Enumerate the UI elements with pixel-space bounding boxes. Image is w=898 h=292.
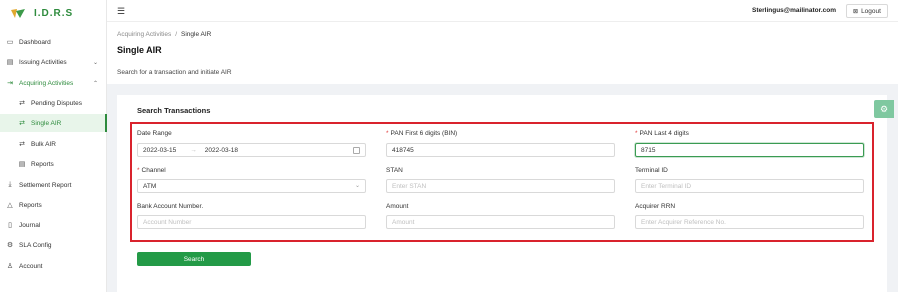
search-button[interactable]: Search bbox=[137, 252, 251, 266]
amount-label: Amount bbox=[386, 203, 409, 210]
top-header: ☰ Sterlingus@mailinator.com ⊠ Logout bbox=[107, 0, 898, 22]
download-icon: ⤓ bbox=[8, 181, 12, 188]
page-description: Search for a transaction and initiate AI… bbox=[117, 69, 232, 76]
file-icon: ▤ bbox=[6, 59, 14, 66]
acquirer-rrn-input[interactable]: Enter Acquirer Reference No. bbox=[635, 215, 864, 229]
sidebar-item-label: Bulk AIR bbox=[31, 140, 56, 148]
user-icon: ♙ bbox=[6, 263, 14, 270]
terminal-id-input[interactable]: Enter Terminal ID bbox=[635, 179, 864, 193]
breadcrumb-separator: / bbox=[175, 31, 178, 38]
chevron-up-icon: ⌃ bbox=[92, 80, 98, 87]
sidebar-item-account[interactable]: ♙ Account bbox=[0, 257, 107, 275]
sidebar: I.D.R.S ▭ Dashboard ▤ Issuing Activities… bbox=[0, 0, 107, 292]
required-mark: * bbox=[137, 167, 140, 174]
sidebar-item-label: Acquiring Activities bbox=[19, 79, 74, 87]
pan-first-input[interactable]: 418745 bbox=[386, 143, 615, 157]
pan-last-input[interactable]: 8715 bbox=[635, 143, 864, 157]
amount-input[interactable]: Amount bbox=[386, 215, 615, 229]
sidebar-item-label: Journal bbox=[19, 221, 41, 229]
sidebar-item-journal[interactable]: ▯ Journal bbox=[0, 216, 107, 234]
pan-first-label: * PAN First 6 digits (BIN) bbox=[386, 130, 458, 137]
breadcrumb: Acquiring Activities / Single AIR bbox=[117, 31, 211, 38]
sidebar-item-label: Pending Disputes bbox=[31, 99, 82, 107]
logout-icon: ⊠ bbox=[853, 8, 859, 15]
sidebar-item-settlement-report[interactable]: ⤓ Settlement Report bbox=[0, 176, 107, 194]
login-icon: ⇥ bbox=[7, 80, 13, 87]
warning-icon: △ bbox=[7, 202, 13, 209]
logo-text: I.D.R.S bbox=[34, 7, 74, 19]
calendar-icon bbox=[353, 147, 360, 154]
swap-icon: ⇄ bbox=[19, 141, 25, 148]
card-title: Search Transactions bbox=[137, 106, 211, 115]
sidebar-item-dashboard[interactable]: ▭ Dashboard bbox=[0, 33, 107, 51]
stan-label: STAN bbox=[386, 167, 403, 174]
file-icon: ▤ bbox=[18, 161, 26, 168]
search-button-label: Search bbox=[183, 255, 205, 263]
logout-button[interactable]: ⊠ Logout bbox=[846, 4, 888, 18]
date-range-start[interactable]: 2022-03-15 bbox=[143, 147, 176, 154]
pan-last-label: * PAN Last 4 digits bbox=[635, 130, 689, 137]
sidebar-item-reports[interactable]: △ Reports bbox=[0, 196, 107, 214]
settings-icon: ⚙ bbox=[6, 242, 14, 249]
sidebar-item-issuing-activities[interactable]: ▤ Issuing Activities ⌄ bbox=[0, 53, 107, 71]
swap-icon: ⇄ bbox=[19, 100, 25, 107]
account-number-input[interactable]: Account Number bbox=[137, 215, 366, 229]
sidebar-item-label: Settlement Report bbox=[19, 181, 72, 189]
logo: I.D.R.S bbox=[10, 6, 73, 20]
sidebar-item-label: Account bbox=[19, 262, 43, 270]
breadcrumb-parent[interactable]: Acquiring Activities bbox=[117, 31, 171, 38]
sidebar-item-label: SLA Config bbox=[19, 241, 52, 249]
sidebar-item-bulk-air[interactable]: ⇄ Bulk AIR bbox=[0, 135, 107, 153]
sidebar-item-sla-config[interactable]: ⚙ SLA Config bbox=[0, 236, 107, 254]
channel-value: ATM bbox=[143, 182, 157, 190]
sidebar-item-single-air[interactable]: ⇄ Single AIR bbox=[0, 114, 107, 132]
sidebar-item-label: Reports bbox=[31, 160, 54, 168]
required-mark: * bbox=[635, 130, 638, 137]
channel-select[interactable]: ATM ⌄ bbox=[137, 179, 366, 193]
sidebar-item-acquiring-activities[interactable]: ⇥ Acquiring Activities ⌃ bbox=[0, 74, 107, 92]
desktop-icon: ▭ bbox=[6, 39, 14, 46]
sidebar-item-label: Single AIR bbox=[31, 119, 62, 127]
date-range-label: Date Range bbox=[137, 130, 172, 137]
sidebar-item-pending-disputes[interactable]: ⇄ Pending Disputes bbox=[0, 94, 107, 112]
settings-icon[interactable]: ⚙ bbox=[874, 100, 894, 118]
acquirer-rrn-label: Acquirer RRN bbox=[635, 203, 676, 210]
terminal-id-label: Terminal ID bbox=[635, 167, 668, 174]
logo-icon bbox=[11, 8, 25, 18]
sidebar-item-acquiring-reports[interactable]: ▤ Reports bbox=[0, 155, 107, 173]
page-title: Single AIR bbox=[117, 45, 162, 55]
account-number-label: Bank Account Number. bbox=[137, 203, 204, 210]
user-email: Sterlingus@mailinator.com bbox=[752, 7, 836, 14]
chevron-down-icon: ⌄ bbox=[92, 59, 98, 66]
stan-input[interactable]: Enter STAN bbox=[386, 179, 615, 193]
chevron-down-icon: ⌄ bbox=[354, 183, 360, 189]
required-mark: * bbox=[386, 130, 389, 137]
sidebar-item-label: Reports bbox=[19, 201, 42, 209]
sidebar-item-label: Dashboard bbox=[19, 38, 51, 46]
book-icon: ▯ bbox=[8, 222, 12, 229]
arrow-right-icon: → bbox=[190, 146, 197, 154]
page-header: Acquiring Activities / Single AIR Single A… bbox=[107, 22, 898, 84]
swap-icon: ⇄ bbox=[19, 120, 25, 127]
date-range-picker[interactable]: 2022-03-15 → 2022-03-18 bbox=[137, 143, 366, 157]
sidebar-item-label: Issuing Activities bbox=[19, 58, 67, 66]
menu-fold-icon[interactable]: ☰ bbox=[117, 6, 125, 17]
date-range-end[interactable]: 2022-03-18 bbox=[205, 147, 238, 154]
breadcrumb-current: Single AIR bbox=[181, 31, 212, 38]
channel-label: * Channel bbox=[137, 167, 166, 174]
logout-label: Logout bbox=[861, 7, 881, 15]
